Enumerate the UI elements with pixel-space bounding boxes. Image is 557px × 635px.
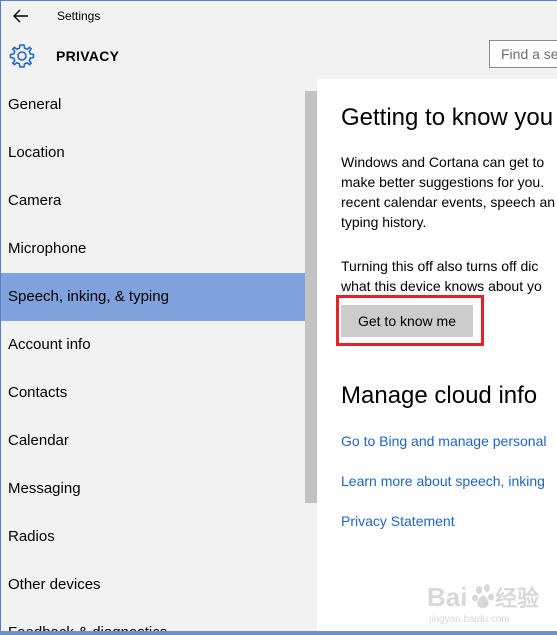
sidebar-item-messaging[interactable]: Messaging [1, 465, 305, 513]
sidebar-item-speech-inking-typing[interactable]: Speech, inking, & typing [1, 273, 305, 321]
sidebar-item-feedback-diagnostics[interactable]: Feedback & diagnostics [1, 609, 305, 631]
section-title: PRIVACY [56, 48, 120, 64]
sidebar-scrollbar-thumb[interactable] [305, 91, 317, 503]
sidebar-item-contacts[interactable]: Contacts [1, 369, 305, 417]
back-arrow-icon [13, 9, 28, 23]
description-line: recent calendar events, speech an [341, 194, 556, 210]
warning-line: what this device knows about yo [341, 278, 542, 294]
sidebar-item-calendar[interactable]: Calendar [1, 417, 305, 465]
sidebar-item-general[interactable]: General [1, 81, 305, 129]
sidebar-item-location[interactable]: Location [1, 129, 305, 177]
bing-manage-link[interactable]: Go to Bing and manage personal [341, 433, 546, 449]
page-header: PRIVACY [1, 31, 557, 79]
title-bar: Settings [1, 1, 557, 31]
description-line: make better suggestions for you. [341, 174, 545, 190]
sidebar-item-microphone[interactable]: Microphone [1, 225, 305, 273]
heading-manage-cloud-info: Manage cloud info [341, 382, 538, 409]
back-button[interactable] [9, 5, 33, 27]
description-line: Windows and Cortana can get to [341, 154, 545, 170]
get-to-know-me-button[interactable]: Get to know me [341, 305, 473, 337]
sidebar-item-other-devices[interactable]: Other devices [1, 561, 305, 609]
heading-getting-to-know-you: Getting to know you [341, 104, 554, 131]
warning-line: Turning this off also turns off dic [341, 258, 539, 274]
window-title: Settings [57, 9, 101, 23]
sidebar-item-account-info[interactable]: Account info [1, 321, 305, 369]
warning-paragraph: Turning this off also turns off dic what… [341, 256, 542, 296]
description-line: typing history. [341, 214, 427, 230]
content-pane: Getting to know you Windows and Cortana … [317, 79, 557, 631]
sidebar-item-radios[interactable]: Radios [1, 513, 305, 561]
description-paragraph: Windows and Cortana can get to make bett… [341, 152, 555, 232]
sidebar-item-camera[interactable]: Camera [1, 177, 305, 225]
window-border-bottom [0, 631, 557, 635]
learn-more-speech-link[interactable]: Learn more about speech, inking [341, 473, 545, 489]
privacy-statement-link[interactable]: Privacy Statement [341, 513, 455, 529]
search-input[interactable] [489, 40, 557, 68]
gear-icon [9, 44, 35, 68]
settings-window: Settings PRIVACY General Location Camera… [0, 0, 557, 635]
sidebar-nav: General Location Camera Microphone Speec… [1, 79, 305, 631]
